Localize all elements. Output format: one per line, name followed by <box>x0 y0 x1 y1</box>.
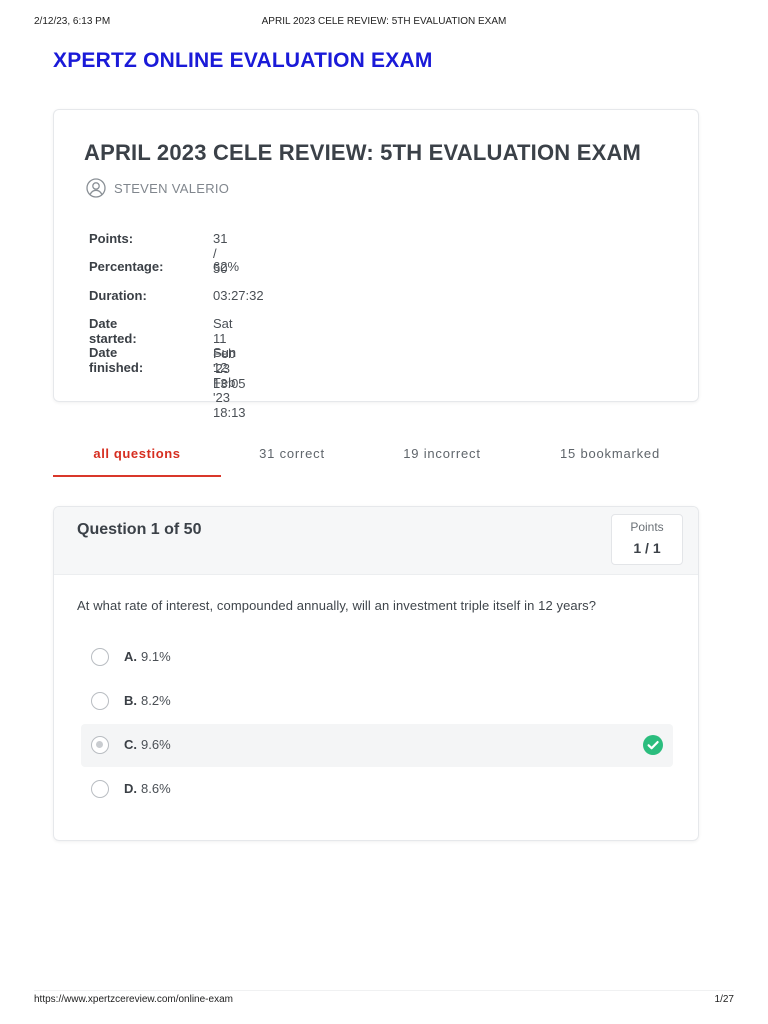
option-value: 9.6% <box>141 737 171 752</box>
radio-button[interactable] <box>91 648 109 666</box>
option-text: C. 9.6% <box>124 737 171 752</box>
user-name: STEVEN VALERIO <box>114 180 230 196</box>
exam-title: APRIL 2023 CELE REVIEW: 5TH EVALUATION E… <box>84 140 642 165</box>
option-value: 8.6% <box>141 781 171 796</box>
stat-label: Points: <box>89 231 134 246</box>
points-value: 1 / 1 <box>633 540 661 556</box>
answer-option-a[interactable]: A. 9.1% <box>81 636 673 679</box>
page-number: 1/27 <box>714 994 734 1005</box>
points-label: Points <box>630 520 664 534</box>
radio-button[interactable] <box>91 692 109 710</box>
print-title: APRIL 2023 CELE REVIEW: 5TH EVALUATION E… <box>261 16 507 27</box>
exam-summary-card: APRIL 2023 CELE REVIEW: 5TH EVALUATION E… <box>53 109 699 420</box>
stat-label: Date finished: <box>89 344 144 375</box>
stat-label: Duration: <box>89 287 147 303</box>
option-letter: D. <box>124 781 137 796</box>
question-card: Question 1 of 50 Points 1 / 1 At what ra… <box>53 506 699 841</box>
radio-button-selected[interactable] <box>91 736 109 754</box>
answer-option-d[interactable]: D. 8.6% <box>81 768 673 811</box>
stat-label: Date started: <box>89 316 137 347</box>
question-number: Question 1 of 50 <box>77 521 202 538</box>
option-letter: A. <box>124 649 137 664</box>
option-text: B. 8.2% <box>124 693 171 708</box>
active-tab-indicator <box>53 475 221 477</box>
question-header: Question 1 of 50 Points 1 / 1 <box>54 507 698 575</box>
question-text: At what rate of interest, compounded ann… <box>77 598 597 613</box>
print-header: 2/12/23, 6:13 PM APRIL 2023 CELE REVIEW:… <box>34 16 734 30</box>
footer-divider <box>34 990 734 991</box>
stat-value: 62% <box>213 259 240 275</box>
answer-option-b[interactable]: B. 8.2% <box>81 680 673 723</box>
tab-correct[interactable]: 31 correct <box>221 436 363 476</box>
radio-button[interactable] <box>91 780 109 798</box>
option-value: 9.1% <box>141 649 171 664</box>
option-text: A. 9.1% <box>124 649 171 664</box>
tab-all-questions[interactable]: all questions <box>53 436 221 476</box>
points-box: Points 1 / 1 <box>611 514 683 565</box>
question-filter-tabs: all questions 31 correct 19 incorrect 15… <box>53 436 699 478</box>
print-footer: https://www.xpertzcereview.com/online-ex… <box>34 994 734 1008</box>
option-letter: B. <box>124 693 137 708</box>
user-row: STEVEN VALERIO <box>86 177 229 199</box>
site-title: XPERTZ ONLINE EVALUATION EXAM <box>53 49 433 72</box>
user-circle-icon <box>86 178 106 198</box>
answer-option-c[interactable]: C. 9.6% <box>81 724 673 767</box>
tab-bookmarked[interactable]: 15 bookmarked <box>531 436 689 476</box>
stat-value: Sun 12 Feb '23 18:13 <box>213 344 246 420</box>
stat-label: Percentage: <box>89 259 164 275</box>
tab-incorrect[interactable]: 19 incorrect <box>363 436 521 476</box>
stat-value: 03:27:32 <box>213 287 264 303</box>
option-letter: C. <box>124 737 137 752</box>
option-value: 8.2% <box>141 693 171 708</box>
page-url: https://www.xpertzcereview.com/online-ex… <box>34 994 233 1005</box>
correct-check-icon <box>643 735 663 755</box>
option-text: D. 8.6% <box>124 781 171 796</box>
